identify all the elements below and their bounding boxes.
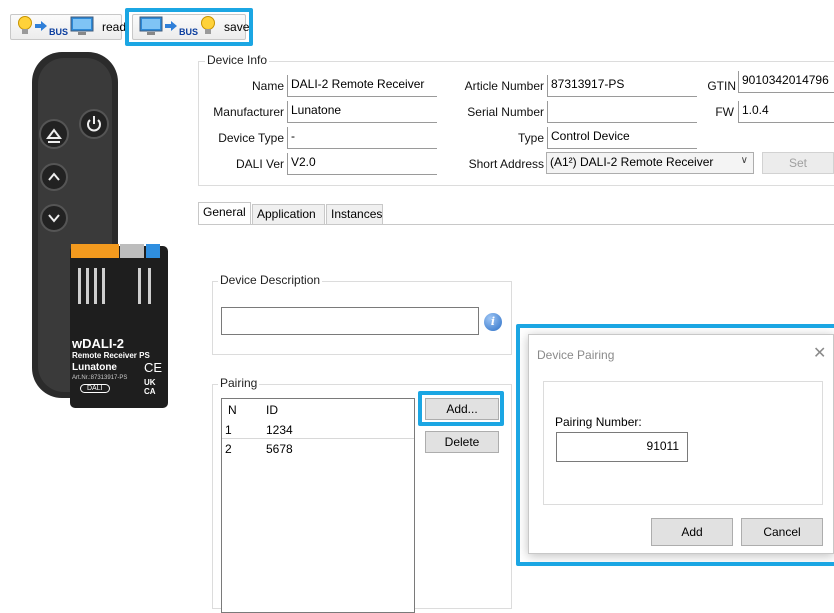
close-icon[interactable]: ✕ (813, 343, 826, 363)
device-type-field[interactable]: - (287, 127, 437, 149)
fw-field[interactable]: 1.0.4 (738, 101, 834, 123)
ukca-mark: UK CA (144, 378, 156, 396)
device-image: wDALI-2 Remote Receiver PS Lunatone Art.… (28, 50, 178, 420)
tab-application[interactable]: Application (252, 204, 325, 224)
short-address-label: Short Address (468, 157, 544, 171)
fw-label: FW (715, 105, 734, 119)
device-description-input[interactable] (221, 307, 479, 335)
manufacturer-field[interactable]: Lunatone (287, 101, 437, 123)
ce-mark: CE (144, 360, 163, 375)
product-name: wDALI-2 (72, 336, 124, 351)
table-row[interactable]: 1 1234 (222, 421, 414, 439)
dali-ver-label: DALI Ver (235, 157, 284, 171)
pairing-title: Pairing (218, 376, 260, 390)
pairing-table[interactable]: N ID 1 1234 2 5678 (221, 398, 415, 613)
lightbulb-icon (200, 15, 216, 39)
name-field[interactable]: DALI-2 Remote Receiver (287, 75, 437, 97)
table-row[interactable]: 2 5678 (222, 440, 414, 458)
bus-label: BUS (179, 27, 199, 37)
read-label: read (102, 20, 127, 34)
row-id: 5678 (266, 442, 293, 456)
product-subtitle: Remote Receiver PS (72, 351, 150, 360)
info-icon[interactable]: i (484, 313, 502, 331)
column-header-n[interactable]: N (228, 403, 237, 417)
row-n: 1 (225, 423, 232, 437)
dialog-add-button[interactable]: Add (651, 518, 733, 546)
pairing-number-label: Pairing Number: (555, 415, 642, 429)
manufacturer-label: Manufacturer (213, 105, 284, 119)
arrow-right-icon (165, 20, 177, 35)
gtin-field[interactable]: 9010342014796 (738, 71, 834, 93)
pairing-number-input[interactable]: 91011 (556, 432, 688, 462)
row-id: 1234 (266, 423, 293, 437)
article-number-field[interactable]: 87313917-PS (547, 75, 697, 97)
save-button[interactable]: BUS save (132, 14, 250, 40)
lightbulb-icon (17, 15, 33, 39)
device-description-title: Device Description (218, 273, 323, 287)
row-n: 2 (225, 442, 232, 456)
monitor-icon (139, 16, 163, 39)
brand-logo: Lunatone (72, 362, 117, 373)
read-button[interactable]: BUS read (10, 14, 126, 40)
dali-logo: DALI (80, 384, 110, 393)
bus-label: BUS (49, 27, 69, 37)
gtin-label: GTIN (707, 79, 736, 93)
dali-ver-field[interactable]: V2.0 (287, 153, 437, 175)
chevron-down-icon: ∨ (740, 155, 748, 166)
set-button[interactable]: Set (762, 152, 834, 174)
column-header-id[interactable]: ID (266, 403, 278, 417)
tab-instances[interactable]: Instances (326, 204, 383, 224)
type-field[interactable]: Control Device (547, 127, 697, 149)
serial-number-label: Serial Number (467, 105, 544, 119)
tab-panel-border (198, 224, 834, 225)
save-label: save (224, 20, 250, 34)
tab-general[interactable]: General (198, 202, 251, 224)
type-label: Type (517, 131, 544, 145)
device-info-title: Device Info (205, 53, 270, 67)
article-text: Art.Nr.:87313917-PS (72, 375, 128, 381)
dialog-cancel-button[interactable]: Cancel (741, 518, 823, 546)
short-address-select[interactable]: (A1²) DALI-2 Remote Receiver ∨ (546, 152, 754, 174)
serial-number-field[interactable] (547, 101, 697, 123)
pairing-number-value: 91011 (646, 439, 679, 453)
short-address-value: (A1²) DALI-2 Remote Receiver (550, 155, 714, 169)
article-number-label: Article Number (464, 79, 544, 93)
arrow-right-icon (35, 20, 47, 35)
device-pairing-dialog: Device Pairing ✕ Pairing Number: 91011 A… (528, 334, 834, 554)
monitor-icon (70, 16, 94, 39)
name-label: Name (251, 79, 284, 93)
device-type-label: Device Type (218, 131, 284, 145)
dialog-title: Device Pairing (537, 348, 615, 362)
add-pairing-button[interactable]: Add... (425, 398, 499, 420)
delete-pairing-button[interactable]: Delete (425, 431, 499, 453)
